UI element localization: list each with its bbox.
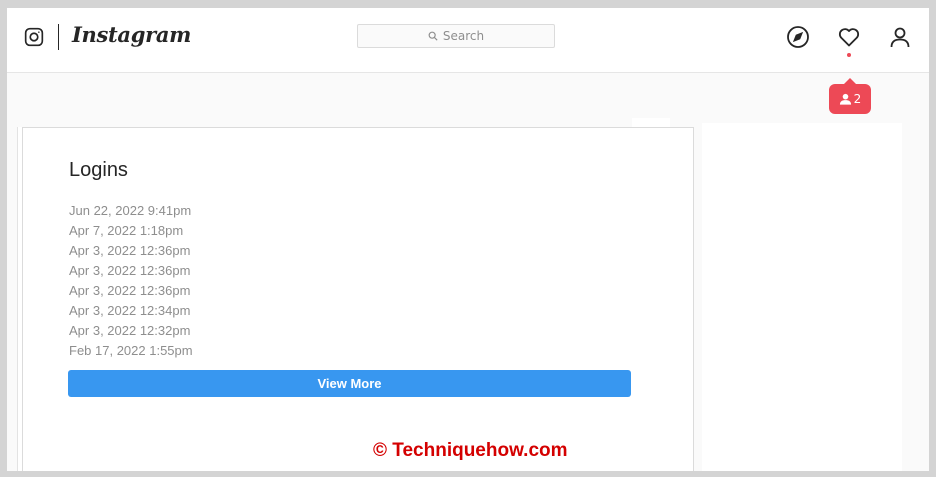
instagram-wordmark[interactable]: Instagram xyxy=(72,22,191,47)
notification-count: 2 xyxy=(853,92,862,106)
login-list: Jun 22, 2022 9:41pm Apr 7, 2022 1:18pm A… xyxy=(69,201,193,361)
heart-icon[interactable] xyxy=(837,25,861,49)
compass-icon[interactable] xyxy=(786,25,810,49)
logins-card: Logins Jun 22, 2022 9:41pm Apr 7, 2022 1… xyxy=(22,127,694,471)
login-entry: Apr 3, 2022 12:36pm xyxy=(69,243,191,258)
user-icon[interactable] xyxy=(888,25,912,49)
view-more-button[interactable]: View More xyxy=(68,370,631,397)
search-icon xyxy=(428,31,438,41)
search-placeholder: Search xyxy=(442,29,485,43)
login-entry: Apr 3, 2022 12:36pm xyxy=(69,283,191,298)
instagram-glyph-icon[interactable] xyxy=(24,27,44,47)
person-icon xyxy=(839,93,851,105)
login-entry: Apr 3, 2022 12:32pm xyxy=(69,323,191,338)
side-panel xyxy=(702,123,902,471)
login-entry: Apr 3, 2022 12:34pm xyxy=(69,303,191,318)
logo-divider xyxy=(58,24,59,50)
login-entry: Jun 22, 2022 9:41pm xyxy=(69,203,192,218)
login-entry: Apr 7, 2022 1:18pm xyxy=(69,223,184,238)
app-window: Instagram Search 2 Logins Jun 22, 2022 9… xyxy=(7,8,929,471)
watermark: © Techniquehow.com xyxy=(373,440,568,461)
activity-dot xyxy=(847,53,851,57)
top-navigation-bar: Instagram Search xyxy=(7,8,929,73)
search-box[interactable]: Search xyxy=(357,24,555,48)
login-entry: Feb 17, 2022 1:55pm xyxy=(69,343,193,358)
logins-title: Logins xyxy=(69,159,128,181)
notification-bubble[interactable]: 2 xyxy=(829,78,871,114)
login-entry: Apr 3, 2022 12:36pm xyxy=(69,263,191,278)
